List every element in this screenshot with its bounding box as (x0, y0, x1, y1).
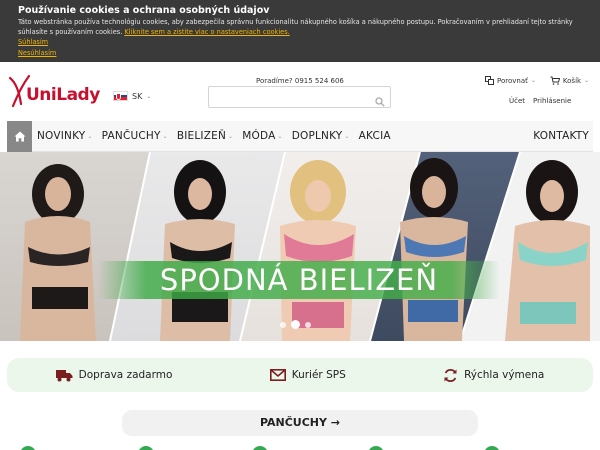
account-link[interactable]: Účet (509, 97, 525, 105)
nav-label: PANČUCHY (101, 130, 161, 142)
nav-label: BIELIZEŇ (176, 130, 227, 142)
benefit-exchange: Rýchla výmena (443, 368, 544, 383)
nav-item-bielizen[interactable]: BIELIZEŇ ⌄ (172, 130, 237, 142)
chevron-down-icon: ⌄ (584, 77, 590, 84)
chevron-down-icon: ⌄ (530, 77, 536, 84)
category-bubble[interactable] (252, 446, 268, 450)
hero-image (0, 152, 600, 341)
category-bubble[interactable] (138, 446, 154, 450)
cart-label: Košík (562, 76, 582, 85)
nav-label: DOPLNKY (291, 130, 343, 142)
chevron-down-icon: ⌄ (162, 132, 168, 140)
chevron-down-icon: ⌄ (344, 132, 350, 140)
cookie-disagree-link[interactable]: Nesúhlasím (18, 48, 582, 59)
support-phone: Poradíme? 0915 524 606 (256, 77, 344, 85)
login-link[interactable]: Prihlásenie (533, 97, 571, 105)
nav-item-pancuchy[interactable]: PANČUCHY ⌄ (97, 130, 172, 142)
chevron-down-icon: ⌄ (87, 132, 93, 140)
slider-dot[interactable] (280, 321, 286, 328)
envelope-icon (269, 369, 286, 381)
nav-item-moda[interactable]: MÓDA ⌄ (237, 130, 286, 142)
nav-item-akcia[interactable]: AKCIA (354, 130, 395, 142)
benefits-bar: Doprava zadarmo Kuriér SPS Rýchla výmena (7, 358, 593, 392)
benefit-courier: Kuriér SPS (269, 369, 346, 381)
cookie-description: Táto webstránka používa technológiu cook… (18, 18, 573, 36)
chevron-down-icon: ⌄ (146, 92, 152, 100)
cart-link[interactable]: Košík ⌄ (550, 76, 589, 85)
cookie-settings-link[interactable]: Kliknite sem a zistite viac o nastavenia… (124, 28, 289, 36)
cookie-bar: Používanie cookies a ochrana osobných úd… (0, 0, 600, 62)
nav-label: MÓDA (242, 130, 276, 142)
chevron-down-icon: ⌄ (277, 132, 283, 140)
refresh-icon (444, 368, 457, 382)
account-links: Účet Prihlásenie (509, 97, 571, 105)
benefit-label: Doprava zadarmo (78, 369, 173, 381)
cookie-agree-link[interactable]: Súhlasím (18, 37, 582, 48)
nav-item-kontakty[interactable]: KONTAKTY (528, 130, 593, 142)
language-code: SK (132, 91, 143, 101)
hero-banner-text: SPODNÁ BIELIZEŇ (159, 263, 439, 297)
benefit-free-shipping: Doprava zadarmo (55, 369, 173, 382)
benefit-label: Kuriér SPS (291, 369, 346, 381)
slider-dot-active[interactable] (291, 320, 300, 329)
language-selector[interactable]: SK ⌄ (113, 91, 151, 101)
compare-label: Porovnať (497, 76, 528, 85)
site-header: UniLady SK ⌄ Poradíme? 0915 524 606 Poro… (0, 62, 600, 120)
home-button[interactable] (7, 120, 32, 152)
category-bubble[interactable] (368, 446, 384, 450)
chevron-down-icon: ⌄ (228, 132, 234, 140)
nav-item-doplnky[interactable]: DOPLNKY ⌄ (287, 130, 354, 142)
header-links: Porovnať ⌄ Košík ⌄ (485, 76, 589, 85)
truck-icon (55, 369, 73, 381)
hero-slider[interactable]: SPODNÁ BIELIZEŇ (0, 152, 600, 341)
cookie-text: Táto webstránka používa technológiu cook… (18, 17, 582, 37)
nav-label: NOVINKY (37, 130, 86, 142)
category-pancuchy-button[interactable]: PANČUCHY → (122, 410, 478, 436)
home-icon (14, 131, 25, 141)
compare-link[interactable]: Porovnať ⌄ (485, 76, 536, 85)
nav-item-novinky[interactable]: NOVINKY ⌄ (32, 130, 97, 142)
cart-icon (550, 76, 560, 85)
slider-dot[interactable] (305, 321, 311, 328)
search-icon[interactable] (375, 92, 385, 111)
cookie-title: Používanie cookies a ochrana osobných úd… (18, 5, 270, 16)
benefit-label: Rýchla výmena (464, 369, 545, 381)
slovakia-flag-icon (113, 91, 128, 101)
search-box (208, 86, 391, 111)
slider-dots (280, 320, 311, 329)
nav-label: AKCIA (358, 130, 391, 142)
search-input[interactable] (209, 89, 369, 110)
site-logo[interactable]: UniLady (7, 72, 103, 110)
logo-text: UniLady (26, 85, 100, 105)
category-bubble[interactable] (484, 446, 500, 450)
compare-icon (485, 76, 494, 85)
main-nav: NOVINKY ⌄ PANČUCHY ⌄ BIELIZEŇ ⌄ MÓDA ⌄ DOPLN… (7, 120, 593, 152)
category-bubble[interactable] (20, 446, 36, 450)
